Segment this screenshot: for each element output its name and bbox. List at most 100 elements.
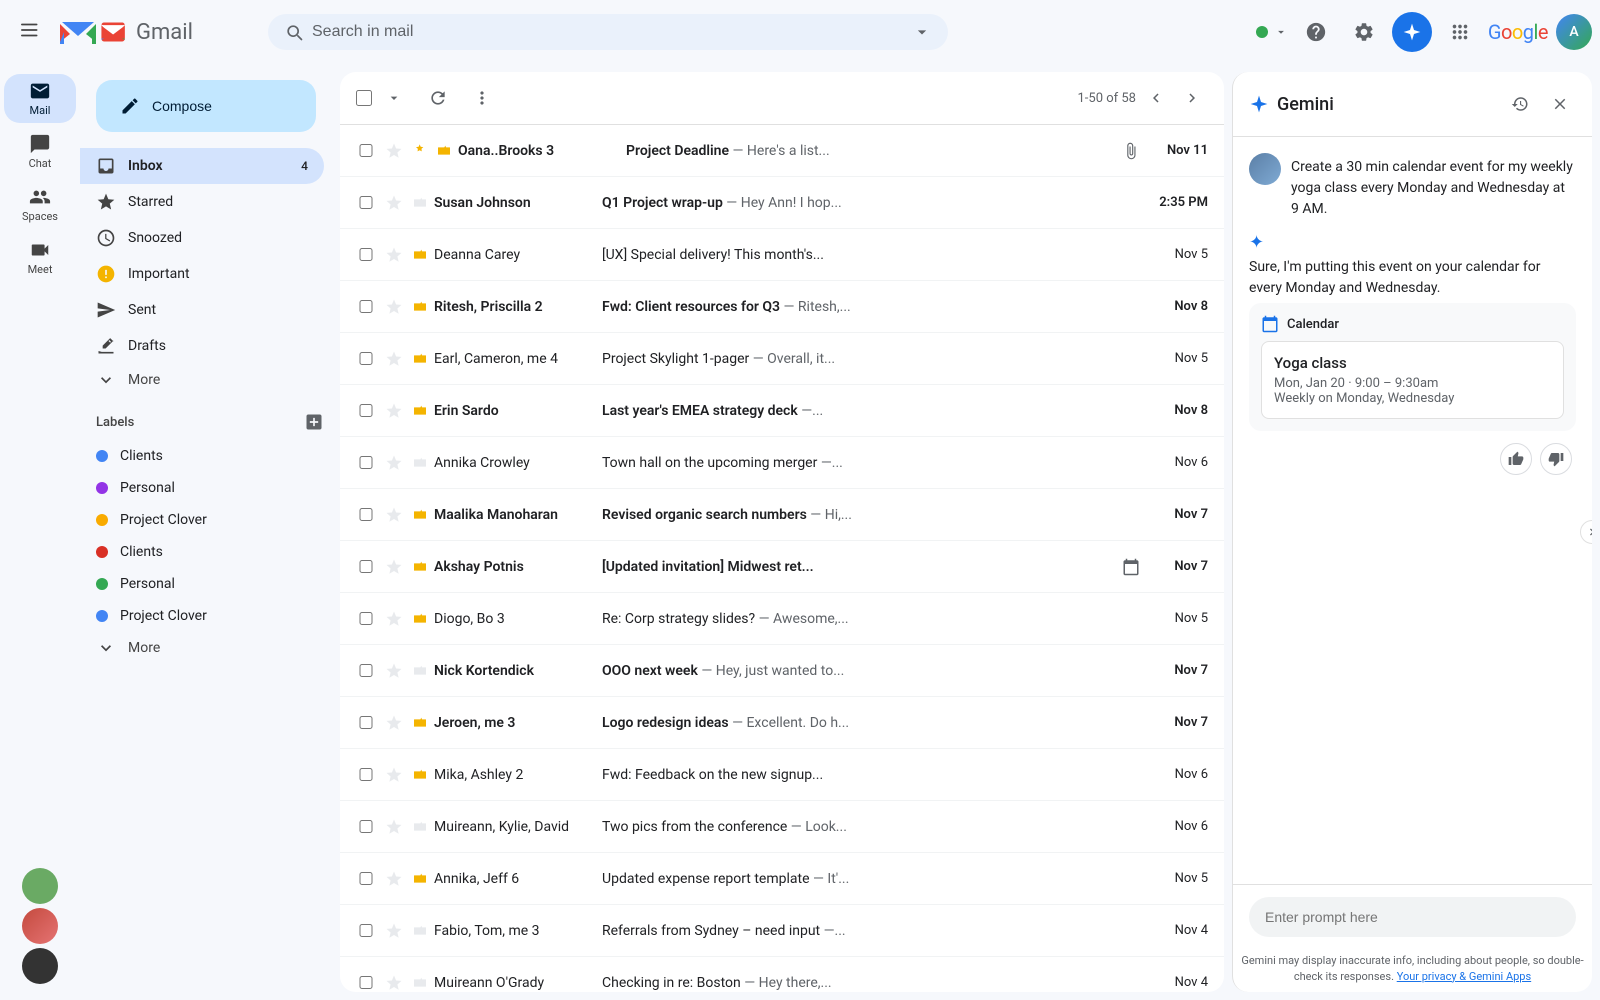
gemini-privacy-link[interactable]: Your privacy & Gemini Apps	[1397, 970, 1531, 983]
status-indicator[interactable]	[1254, 24, 1288, 40]
table-row[interactable]: Akshay Potnis [Updated invitation] Midwe…	[340, 541, 1224, 593]
table-row[interactable]: Jeroen, me 3 Logo redesign ideas — Excel…	[340, 697, 1224, 749]
email-checkbox[interactable]	[356, 872, 376, 885]
email-checkbox[interactable]	[356, 404, 376, 417]
add-label-icon[interactable]	[304, 412, 324, 432]
gemini-close-btn[interactable]	[1544, 88, 1576, 120]
nav-mail[interactable]: Mail	[4, 74, 76, 123]
sidebar-drafts[interactable]: Drafts	[80, 328, 324, 364]
gemini-history-btn[interactable]	[1504, 88, 1536, 120]
label-clients1[interactable]: Clients	[80, 440, 324, 472]
table-row[interactable]: Mika, Ashley 2 Fwd: Feedback on the new …	[340, 749, 1224, 801]
user-avatar[interactable]: A	[1556, 14, 1592, 50]
table-row[interactable]: Diogo, Bo 3 Re: Corp strategy slides? — …	[340, 593, 1224, 645]
table-row[interactable]: Nick Kortendick OOO next week — Hey, jus…	[340, 645, 1224, 697]
email-checkbox[interactable]	[356, 248, 376, 261]
email-checkbox[interactable]	[356, 508, 376, 521]
email-checkbox[interactable]	[356, 716, 376, 729]
sidebar-important[interactable]: Important	[80, 256, 324, 292]
sidebar-more[interactable]: More	[80, 364, 324, 396]
table-row[interactable]: Erin Sardo Last year's EMEA strategy dec…	[340, 385, 1224, 437]
table-row[interactable]: Earl, Cameron, me 4 Project Skylight 1-p…	[340, 333, 1224, 385]
star-icon[interactable]	[384, 818, 404, 836]
email-checkbox[interactable]	[356, 976, 376, 989]
more-toolbar-btn[interactable]	[464, 80, 500, 116]
email-checkbox[interactable]	[356, 924, 376, 937]
thumbs-down-btn[interactable]	[1540, 443, 1572, 475]
table-row[interactable]: Deanna Carey [UX] Special delivery! This…	[340, 229, 1224, 281]
next-page-btn[interactable]	[1176, 82, 1208, 114]
nav-meet[interactable]: Meet	[4, 233, 76, 282]
meet-avatar-3[interactable]	[22, 948, 58, 984]
star-icon[interactable]	[384, 350, 404, 368]
label-personal1[interactable]: Personal	[80, 472, 324, 504]
email-checkbox[interactable]	[356, 820, 376, 833]
sidebar-inbox[interactable]: Inbox 4	[80, 148, 324, 184]
meet-avatar-2[interactable]	[22, 908, 58, 944]
select-dropdown-btn[interactable]	[376, 80, 412, 116]
email-checkbox[interactable]	[356, 612, 376, 625]
label-clients2[interactable]: Clients	[80, 536, 324, 568]
settings-button[interactable]	[1344, 12, 1384, 52]
star-icon[interactable]	[384, 194, 404, 212]
table-row[interactable]: Muireann O'Grady Checking in re: Boston …	[340, 957, 1224, 992]
star-icon[interactable]	[384, 662, 404, 680]
star-icon[interactable]	[384, 454, 404, 472]
email-checkbox[interactable]	[356, 768, 376, 781]
compose-button[interactable]: Compose	[96, 80, 316, 132]
star-icon[interactable]	[384, 558, 404, 576]
email-checkbox[interactable]	[356, 300, 376, 313]
table-row[interactable]: Susan Johnson Q1 Project wrap-up — Hey A…	[340, 177, 1224, 229]
email-checkbox[interactable]	[356, 560, 376, 573]
label-personal2[interactable]: Personal	[80, 568, 324, 600]
table-row[interactable]: Annika Crowley Town hall on the upcoming…	[340, 437, 1224, 489]
star-icon[interactable]	[384, 298, 404, 316]
email-checkbox[interactable]	[356, 144, 376, 157]
refresh-button[interactable]	[420, 80, 456, 116]
prev-page-btn[interactable]	[1140, 82, 1172, 114]
gemini-prompt-input[interactable]	[1249, 897, 1576, 937]
meet-avatar-1[interactable]	[22, 868, 58, 904]
email-sender: Deanna Carey	[434, 247, 594, 263]
star-icon[interactable]	[384, 610, 404, 628]
email-checkbox[interactable]	[356, 456, 376, 469]
table-row[interactable]: Annika, Jeff 6 Updated expense report te…	[340, 853, 1224, 905]
star-icon[interactable]	[384, 714, 404, 732]
table-row[interactable]: Muireann, Kylie, David Two pics from the…	[340, 801, 1224, 853]
email-checkbox[interactable]	[356, 664, 376, 677]
sidebar: Compose Inbox 4 Starred Snoozed Importan…	[80, 64, 340, 1000]
email-icons	[1122, 558, 1140, 576]
star-icon[interactable]	[384, 922, 404, 940]
nav-chat[interactable]: Chat	[4, 127, 76, 176]
hamburger-menu[interactable]	[8, 6, 56, 54]
nav-spaces[interactable]: Spaces	[4, 180, 76, 229]
star-icon[interactable]	[384, 506, 404, 524]
sidebar-snoozed[interactable]: Snoozed	[80, 220, 324, 256]
star-icon[interactable]	[384, 974, 404, 992]
table-row[interactable]: Ritesh, Priscilla 2 Fwd: Client resource…	[340, 281, 1224, 333]
table-row[interactable]: Maalika Manoharan Revised organic search…	[340, 489, 1224, 541]
apps-button[interactable]	[1440, 12, 1480, 52]
sidebar-starred[interactable]: Starred	[80, 184, 324, 220]
help-button[interactable]	[1296, 12, 1336, 52]
labels-more[interactable]: More	[80, 632, 324, 664]
star-icon[interactable]	[384, 870, 404, 888]
star-icon[interactable]	[384, 142, 404, 160]
star-icon[interactable]	[384, 402, 404, 420]
gemini-button[interactable]	[1392, 12, 1432, 52]
email-date: Nov 6	[1148, 819, 1208, 834]
star-icon[interactable]	[384, 766, 404, 784]
search-input[interactable]	[312, 23, 904, 41]
label-project-clover1[interactable]: Project Clover	[80, 504, 324, 536]
email-checkbox[interactable]	[356, 352, 376, 365]
label-project-clover2[interactable]: Project Clover	[80, 600, 324, 632]
select-all-checkbox[interactable]	[356, 90, 372, 106]
email-checkbox[interactable]	[356, 196, 376, 209]
search-dropdown-icon[interactable]	[912, 22, 932, 42]
thumbs-up-btn[interactable]	[1500, 443, 1532, 475]
table-row[interactable]: Fabio, Tom, me 3 Referrals from Sydney –…	[340, 905, 1224, 957]
meet-avatars	[22, 860, 58, 1000]
star-icon[interactable]	[384, 246, 404, 264]
sidebar-sent[interactable]: Sent	[80, 292, 324, 328]
table-row[interactable]: Oana..Brooks 3 Project Deadline — Here's…	[340, 125, 1224, 177]
